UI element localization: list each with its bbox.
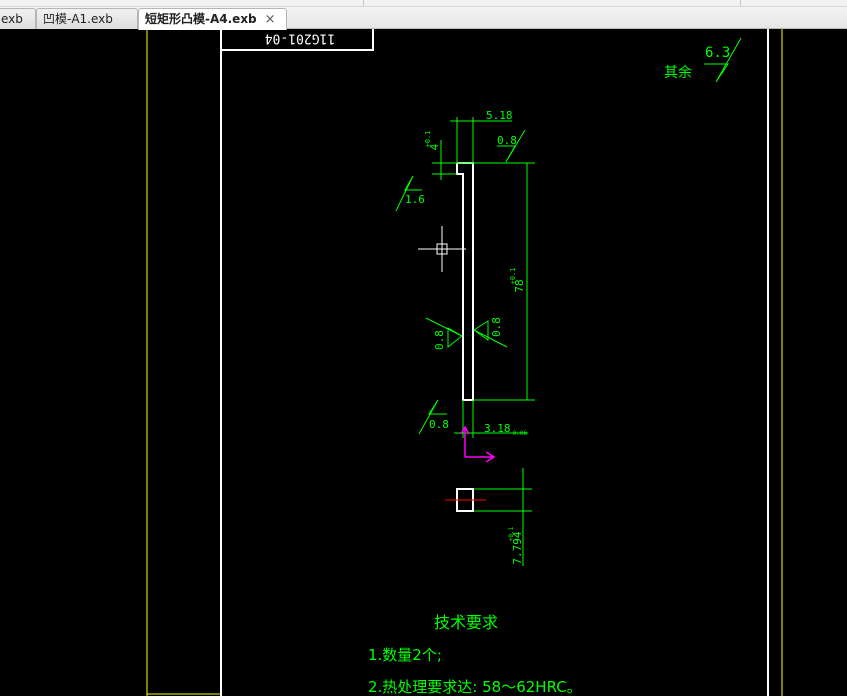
- roughness-left-top: 1.6: [405, 193, 425, 206]
- tech-title: 技术要求: [434, 613, 498, 632]
- tab-short-rect-punch-a4[interactable]: 短矩形凸模-A4.exb ×: [138, 8, 287, 30]
- roughness-right-mid: 0.8: [490, 317, 503, 337]
- part-outline: [456, 162, 474, 401]
- close-icon[interactable]: ×: [265, 12, 276, 27]
- dim-top-height-tol: +0.1: [424, 131, 432, 148]
- dim-top-width: 5.18: [486, 109, 513, 122]
- dim-bottom-width: 3.18: [484, 422, 511, 435]
- tab-label: 短矩形凸模-A4.exb: [145, 12, 257, 26]
- dim-length-tol: +0.1: [509, 268, 517, 285]
- strip-separator: [363, 0, 364, 6]
- cad-drawing: 11G201-04 其余 6.3 5.18 4 +0.1 0.8 1.6 78 …: [146, 29, 783, 696]
- strip-separator: [740, 0, 741, 6]
- title-block-text: 11G201-04: [265, 31, 336, 46]
- drawing-canvas[interactable]: 11G201-04 其余 6.3 5.18 4 +0.1 0.8 1.6 78 …: [0, 29, 847, 696]
- top-strip: [0, 0, 847, 7]
- tab-label: 凹模-A1.exb: [43, 12, 113, 26]
- tech-item: 2.热处理要求达: 58～62HRC。: [368, 678, 582, 696]
- roughness-left-mid: 0.8: [433, 330, 446, 350]
- tab-aomo-a1[interactable]: 凹模-A1.exb: [36, 8, 138, 29]
- roughness-top: 0.8: [497, 134, 517, 147]
- dim-section-tol: +0.1: [508, 526, 515, 541]
- tab-label: exb: [1, 12, 23, 26]
- roughness-bottom: 0.8: [429, 418, 449, 431]
- document-tab-bar: exb 凹模-A1.exb 短矩形凸模-A4.exb ×: [0, 0, 847, 30]
- tab-exb[interactable]: exb: [0, 8, 36, 29]
- roughness-symbol-left-mid: [447, 327, 463, 349]
- roughness-other-label: 其余: [664, 64, 692, 81]
- dim-bottom-width-tol: -0.06: [509, 430, 527, 437]
- roughness-symbol-right-mid: [473, 320, 489, 341]
- tech-item: 1.数量2个;: [368, 646, 442, 664]
- roughness-other-value: 6.3: [705, 45, 730, 61]
